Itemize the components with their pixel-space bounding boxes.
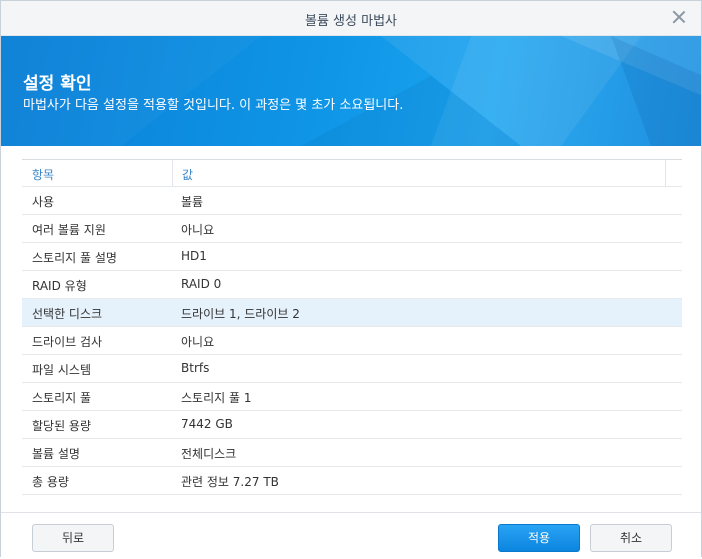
table-row[interactable]: 스토리지 풀 설명 HD1 bbox=[22, 243, 682, 271]
wizard-window: 볼륨 생성 마법사 설정 확인 마법사가 다음 설정을 적용할 것입니다. 이 … bbox=[0, 0, 702, 559]
row-item-value: 볼륨 bbox=[181, 195, 204, 209]
banner-subtitle: 마법사가 다음 설정을 적용할 것입니다. 이 과정은 몇 초가 소요됩니다. bbox=[23, 98, 404, 113]
row-item-value: 7442 GB bbox=[181, 417, 233, 431]
row-item-label: RAID 유형 bbox=[32, 279, 87, 293]
table-row[interactable]: 총 용량 관련 정보 7.27 TB bbox=[22, 467, 682, 495]
window-title: 볼륨 생성 마법사 bbox=[305, 14, 397, 29]
summary-table: 항목 값 사용 볼륨 여러 볼륨 지원 아니요 스토리지 풀 설명 HD1 RAID 유형 R… bbox=[22, 159, 682, 495]
row-item-value: Btrfs bbox=[181, 361, 210, 375]
row-item-label: 파일 시스템 bbox=[32, 363, 92, 377]
table-row[interactable]: 스토리지 풀 스토리지 풀 1 bbox=[22, 383, 682, 411]
row-item-label: 볼륨 설명 bbox=[32, 447, 80, 461]
row-item-value: 관련 정보 7.27 TB bbox=[181, 475, 279, 489]
table-body: 사용 볼륨 여러 볼륨 지원 아니요 스토리지 풀 설명 HD1 RAID 유형 RAID 0… bbox=[22, 187, 682, 495]
row-item-label: 총 용량 bbox=[32, 475, 69, 489]
table-row[interactable]: 여러 볼륨 지원 아니요 bbox=[22, 215, 682, 243]
row-item-value: RAID 0 bbox=[181, 277, 222, 291]
row-item-value: 스토리지 풀 1 bbox=[181, 391, 252, 405]
table-row[interactable]: 할당된 용량 7442 GB bbox=[22, 411, 682, 439]
row-item-label: 스토리지 풀 설명 bbox=[32, 251, 117, 265]
close-icon[interactable] bbox=[670, 8, 688, 26]
table-row[interactable]: 파일 시스템 Btrfs bbox=[22, 355, 682, 383]
table-row[interactable]: 드라이브 검사 아니요 bbox=[22, 327, 682, 355]
header-banner: 설정 확인 마법사가 다음 설정을 적용할 것입니다. 이 과정은 몇 초가 소… bbox=[1, 36, 701, 146]
table-header: 항목 값 bbox=[22, 160, 682, 187]
row-item-value: 아니요 bbox=[181, 223, 215, 237]
table-row[interactable]: 사용 볼륨 bbox=[22, 187, 682, 215]
row-item-label: 여러 볼륨 지원 bbox=[32, 223, 106, 237]
row-item-label: 스토리지 풀 bbox=[32, 391, 92, 405]
table-row[interactable]: 볼륨 설명 전체디스크 bbox=[22, 439, 682, 467]
table-row[interactable]: 선택한 디스크 드라이브 1, 드라이브 2 bbox=[22, 299, 682, 327]
back-button[interactable]: 뒤로 bbox=[32, 524, 114, 552]
apply-button[interactable]: 적용 bbox=[498, 524, 580, 552]
title-bar: 볼륨 생성 마법사 bbox=[1, 1, 701, 36]
row-item-label: 선택한 디스크 bbox=[32, 307, 103, 321]
row-item-value: 아니요 bbox=[181, 335, 215, 349]
wizard-footer: 뒤로 적용 취소 bbox=[1, 512, 701, 559]
row-item-value: HD1 bbox=[181, 249, 207, 263]
row-item-value: 전체디스크 bbox=[181, 447, 237, 461]
column-header-value[interactable]: 값 bbox=[172, 160, 193, 186]
row-item-label: 사용 bbox=[32, 195, 55, 209]
cancel-button[interactable]: 취소 bbox=[590, 524, 672, 552]
row-item-value: 드라이브 1, 드라이브 2 bbox=[181, 307, 300, 321]
table-row[interactable]: RAID 유형 RAID 0 bbox=[22, 271, 682, 299]
row-item-label: 드라이브 검사 bbox=[32, 335, 103, 349]
row-item-label: 할당된 용량 bbox=[32, 419, 92, 433]
banner-decoration bbox=[301, 36, 701, 146]
column-header-item[interactable]: 항목 bbox=[32, 166, 54, 183]
banner-title: 설정 확인 bbox=[23, 74, 92, 94]
